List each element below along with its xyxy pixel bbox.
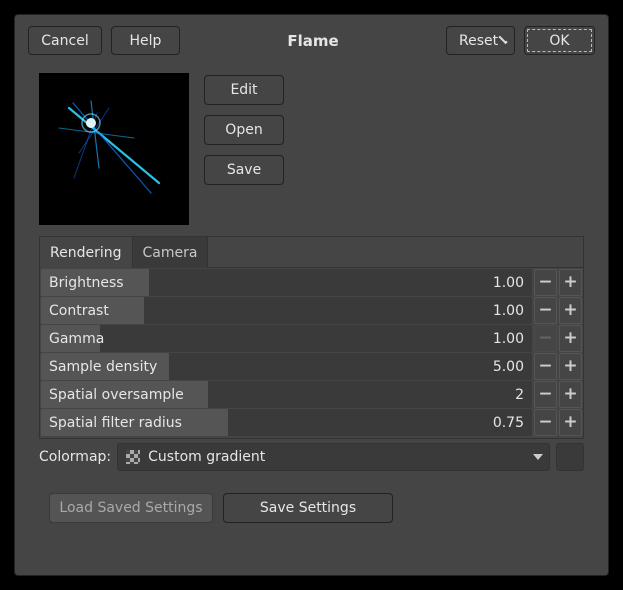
- dialog-title: Flame: [189, 32, 437, 50]
- row-contrast: Contrast 1.00 − +: [41, 297, 582, 324]
- dialog-panel: Cancel Help Flame Reset OK: [14, 14, 609, 576]
- preview-row: Edit Open Save: [39, 73, 584, 225]
- filter-label: Spatial filter radius: [41, 415, 182, 431]
- brightness-minus[interactable]: −: [534, 269, 557, 296]
- plus-icon: +: [563, 386, 577, 403]
- tab-camera[interactable]: Camera: [133, 237, 209, 268]
- colormap-extra[interactable]: [556, 443, 584, 471]
- brightness-value: 1.00: [493, 275, 532, 291]
- open-button[interactable]: Open: [204, 115, 284, 145]
- footer-row: Load Saved Settings Save Settings: [39, 472, 584, 523]
- gamma-value: 1.00: [493, 331, 532, 347]
- colormap-value: Custom gradient: [148, 449, 265, 465]
- contrast-slider[interactable]: Contrast 1.00: [41, 297, 532, 324]
- minus-icon: −: [538, 358, 552, 375]
- row-filter: Spatial filter radius 0.75 − +: [41, 409, 582, 436]
- minus-icon: −: [538, 330, 552, 347]
- oversample-plus[interactable]: +: [559, 381, 582, 408]
- gamma-label: Gamma: [41, 331, 104, 347]
- filter-minus[interactable]: −: [534, 409, 557, 436]
- colormap-label: Colormap:: [39, 449, 111, 465]
- gamma-slider[interactable]: Gamma 1.00: [41, 325, 532, 352]
- colormap-select[interactable]: Custom gradient: [117, 443, 550, 471]
- brightness-label: Brightness: [41, 275, 124, 291]
- density-slider[interactable]: Sample density 5.00: [41, 353, 532, 380]
- tab-rendering[interactable]: Rendering: [40, 237, 133, 268]
- brightness-plus[interactable]: +: [559, 269, 582, 296]
- help-button[interactable]: Help: [111, 26, 180, 55]
- tab-bar: Rendering Camera: [39, 236, 584, 267]
- save-button[interactable]: Save: [204, 155, 284, 185]
- dropdown-icon: [533, 454, 543, 460]
- minus-icon: −: [538, 386, 552, 403]
- filter-value: 0.75: [493, 415, 532, 431]
- plus-icon: +: [563, 274, 577, 291]
- gamma-minus: −: [534, 325, 557, 352]
- plus-icon: +: [563, 414, 577, 431]
- minus-icon: −: [538, 302, 552, 319]
- density-label: Sample density: [41, 359, 157, 375]
- row-brightness: Brightness 1.00 − +: [41, 269, 582, 296]
- save-settings-button[interactable]: Save Settings: [223, 493, 393, 523]
- density-plus[interactable]: +: [559, 353, 582, 380]
- plus-icon: +: [563, 330, 577, 347]
- contrast-plus[interactable]: +: [559, 297, 582, 324]
- header-bar: Cancel Help Flame Reset OK: [15, 15, 608, 65]
- minus-icon: −: [538, 274, 552, 291]
- row-gamma: Gamma 1.00 − +: [41, 325, 582, 352]
- plus-icon: +: [563, 302, 577, 319]
- params-panel: Brightness 1.00 − + Contrast 1.00 − + Ga: [39, 267, 584, 439]
- contrast-value: 1.00: [493, 303, 532, 319]
- cancel-button[interactable]: Cancel: [28, 26, 102, 55]
- gamma-plus[interactable]: +: [559, 325, 582, 352]
- ok-button[interactable]: OK: [524, 26, 595, 55]
- reset-button[interactable]: Reset: [446, 26, 515, 55]
- load-settings-button[interactable]: Load Saved Settings: [49, 493, 213, 523]
- dialog-body: Edit Open Save Rendering Camera Brightne…: [15, 65, 608, 523]
- brightness-slider[interactable]: Brightness 1.00: [41, 269, 532, 296]
- oversample-label: Spatial oversample: [41, 387, 184, 403]
- edit-button[interactable]: Edit: [204, 75, 284, 105]
- flame-preview: [39, 73, 189, 225]
- checker-icon: [126, 450, 140, 464]
- density-minus[interactable]: −: [534, 353, 557, 380]
- oversample-minus[interactable]: −: [534, 381, 557, 408]
- oversample-slider[interactable]: Spatial oversample 2: [41, 381, 532, 408]
- minus-icon: −: [538, 414, 552, 431]
- filter-plus[interactable]: +: [559, 409, 582, 436]
- contrast-label: Contrast: [41, 303, 109, 319]
- preview-button-stack: Edit Open Save: [204, 73, 284, 225]
- chevron-down-icon: [499, 35, 508, 44]
- row-density: Sample density 5.00 − +: [41, 353, 582, 380]
- filter-slider[interactable]: Spatial filter radius 0.75: [41, 409, 532, 436]
- reset-label: Reset: [459, 33, 498, 49]
- density-value: 5.00: [493, 359, 532, 375]
- oversample-value: 2: [515, 387, 532, 403]
- row-oversample: Spatial oversample 2 − +: [41, 381, 582, 408]
- contrast-minus[interactable]: −: [534, 297, 557, 324]
- plus-icon: +: [563, 358, 577, 375]
- colormap-row: Colormap: Custom gradient: [39, 442, 584, 472]
- preview-render: [39, 73, 189, 225]
